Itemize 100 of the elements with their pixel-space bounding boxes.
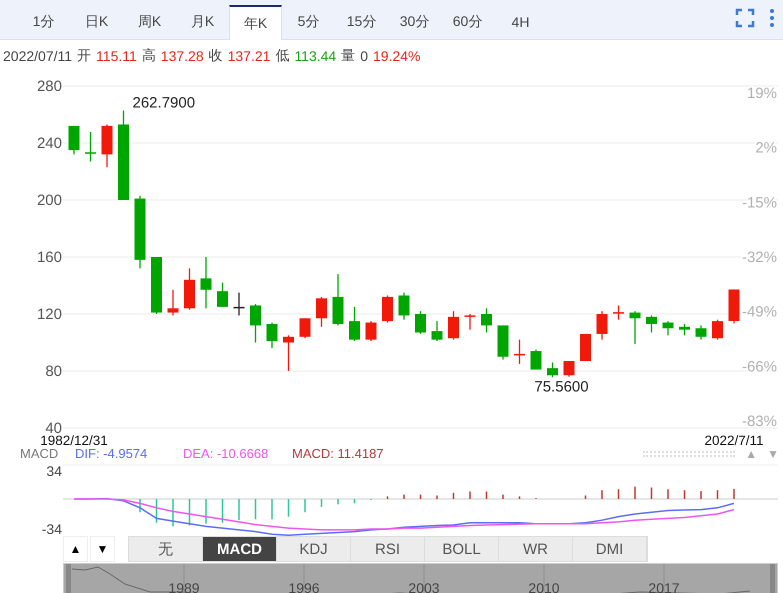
year-label: 1996 bbox=[288, 580, 320, 593]
axis-label: 80 bbox=[45, 363, 62, 380]
indicator-tab[interactable]: KDJ bbox=[277, 537, 351, 561]
quote-date: 2022/07/11 bbox=[3, 48, 72, 64]
period-tab[interactable]: 15分 bbox=[335, 5, 388, 39]
axis-label: 240 bbox=[36, 135, 62, 152]
candlestick bbox=[200, 257, 212, 308]
axis-label: 34 bbox=[46, 463, 62, 479]
candlestick bbox=[679, 324, 690, 336]
candlestick bbox=[349, 306, 360, 342]
candlestick bbox=[217, 282, 228, 307]
fullscreen-icon[interactable] bbox=[735, 8, 755, 28]
axis-label: 200 bbox=[36, 192, 62, 209]
candlestick bbox=[250, 304, 261, 342]
date-label: 2022/7/11 bbox=[704, 433, 764, 447]
quote-value: 137.28 bbox=[160, 48, 204, 64]
candlestick bbox=[398, 292, 410, 320]
percent-label: 19% bbox=[746, 85, 777, 102]
more-icon[interactable] bbox=[769, 8, 775, 28]
percent-label: 2% bbox=[755, 140, 777, 157]
percent-label: -15% bbox=[742, 194, 777, 212]
candlestick bbox=[613, 305, 624, 320]
period-tab[interactable]: 60分 bbox=[441, 5, 494, 39]
period-tab[interactable]: 周K bbox=[123, 5, 176, 39]
candlestick bbox=[662, 321, 674, 336]
candlestick bbox=[168, 290, 178, 316]
quote-label: 开 bbox=[77, 46, 92, 64]
quote-value: 0 bbox=[360, 48, 368, 64]
candlestick bbox=[448, 311, 459, 340]
candlestick bbox=[415, 311, 426, 334]
candlestick bbox=[596, 311, 608, 340]
candlestick bbox=[283, 335, 294, 371]
year-label: 2017 bbox=[648, 580, 680, 593]
quote-value: 113.44 bbox=[294, 48, 336, 64]
arrow-button[interactable]: ▲ bbox=[63, 536, 88, 562]
candlestick bbox=[332, 274, 344, 326]
percent-label: -83% bbox=[742, 413, 777, 430]
indicator-value: MACD bbox=[20, 447, 60, 461]
period-tab[interactable]: 年K bbox=[229, 5, 282, 40]
quote-label: 量 bbox=[341, 46, 356, 64]
indicator-tab[interactable]: BOLL bbox=[425, 537, 499, 561]
candlestick bbox=[514, 340, 525, 364]
percent-label: -32% bbox=[742, 249, 777, 266]
quote-label: 高 bbox=[142, 46, 156, 64]
candlestick bbox=[728, 289, 740, 324]
period-tab[interactable]: 30分 bbox=[388, 5, 441, 39]
candlestick bbox=[266, 322, 278, 348]
indicator-tab[interactable]: DMI bbox=[573, 537, 647, 561]
candlestick bbox=[151, 257, 162, 314]
arrow-button[interactable]: ▼ bbox=[90, 536, 115, 562]
axis-label: 160 bbox=[36, 249, 62, 266]
candlestick bbox=[564, 361, 574, 377]
year-label: 1989 bbox=[168, 580, 200, 593]
indicator-tab[interactable]: MACD bbox=[203, 537, 277, 561]
candlestick bbox=[102, 124, 112, 168]
percent-label: -49% bbox=[742, 304, 777, 321]
candlestick bbox=[630, 311, 640, 344]
candlestick bbox=[432, 321, 442, 342]
price-annotation: 262.7900 bbox=[132, 94, 196, 112]
candlestick bbox=[366, 321, 376, 342]
candlestick bbox=[547, 362, 558, 378]
indicator-value: DIF: -4.9574 bbox=[75, 447, 148, 461]
candlestick bbox=[646, 315, 657, 333]
percent-label: -66% bbox=[742, 358, 777, 376]
quote-value: 115.11 bbox=[96, 48, 137, 64]
candlestick bbox=[382, 295, 393, 323]
period-tab[interactable]: 1分 bbox=[17, 5, 70, 39]
axis-label: 280 bbox=[36, 78, 62, 95]
period-tab[interactable]: 日K bbox=[70, 5, 123, 39]
candlestick bbox=[530, 350, 542, 370]
quote-label: 收 bbox=[208, 46, 223, 64]
navigator-drawing[interactable] bbox=[63, 563, 778, 593]
period-tab[interactable]: 5分 bbox=[282, 5, 335, 39]
quote-label: 低 bbox=[275, 46, 290, 64]
price-annotation: 75.5600 bbox=[534, 378, 589, 396]
candlestick bbox=[481, 308, 492, 333]
indicator-value: DEA: -10.6668 bbox=[183, 447, 270, 461]
year-label: 2010 bbox=[528, 580, 560, 593]
year-label: 2003 bbox=[408, 580, 440, 593]
period-tab[interactable]: 月K bbox=[176, 5, 229, 39]
period-tab[interactable]: 4H bbox=[494, 5, 547, 39]
candlestick bbox=[498, 325, 508, 360]
indicator-tab[interactable]: 无 bbox=[129, 537, 203, 561]
quote-value: 137.21 bbox=[228, 48, 270, 64]
candlestick bbox=[68, 126, 80, 154]
candlestick bbox=[712, 320, 723, 340]
candlestick bbox=[316, 296, 327, 327]
indicator-tab[interactable]: RSI bbox=[351, 537, 425, 561]
candlestick bbox=[580, 334, 591, 362]
indicator-value: MACD: 11.4187 bbox=[292, 447, 384, 461]
candlestick bbox=[696, 325, 706, 340]
indicator-tab[interactable]: WR bbox=[499, 537, 573, 561]
axis-label: -34 bbox=[42, 521, 62, 536]
candlestick bbox=[184, 268, 195, 310]
candlestick bbox=[85, 132, 96, 162]
candlestick bbox=[300, 318, 310, 338]
candlestick bbox=[464, 314, 476, 330]
axis-label: 120 bbox=[36, 306, 62, 323]
candlestick bbox=[234, 292, 244, 316]
change-percent: 19.24% bbox=[373, 48, 420, 64]
